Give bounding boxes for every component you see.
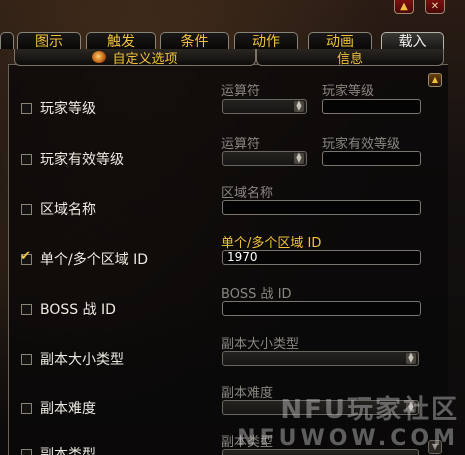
- row-player-level[interactable]: 玩家等级: [21, 98, 96, 118]
- zone-id-input[interactable]: 1970: [222, 250, 421, 265]
- boss-id-label: BOSS 战 ID: [221, 287, 292, 302]
- close-button[interactable]: ✕: [425, 0, 445, 14]
- boss-id-input[interactable]: [222, 301, 421, 316]
- tab-conditions[interactable]: 条件: [160, 32, 229, 50]
- collapse-button[interactable]: ▲: [394, 0, 414, 14]
- effective-level-input[interactable]: [322, 151, 421, 166]
- checkbox[interactable]: [21, 303, 32, 315]
- operator-dropdown[interactable]: ▲ ▼: [222, 99, 307, 114]
- row-label: 区域名称: [40, 202, 96, 218]
- zone-name-label: 区域名称: [221, 186, 274, 201]
- checkbox-checked[interactable]: [20, 249, 32, 265]
- row-instance-type[interactable]: 副本类型: [21, 444, 96, 455]
- tab-animations[interactable]: 动画: [308, 32, 372, 50]
- chevron-updown-icon: ▲ ▼: [294, 152, 304, 164]
- chevron-updown-icon: ▲ ▼: [406, 352, 416, 364]
- row-instance-size[interactable]: 副本大小类型: [21, 349, 124, 369]
- player-level-input[interactable]: [322, 99, 421, 114]
- row-label: BOSS 战 ID: [40, 302, 116, 318]
- effective-level-label: 玩家有效等级: [322, 137, 401, 152]
- checkbox[interactable]: [21, 203, 32, 215]
- watermark-line2: NFUWOW.COM: [237, 426, 459, 451]
- checkbox[interactable]: [21, 402, 32, 414]
- subtab-custom-options-label: 自定义选项: [112, 51, 178, 67]
- tab-load[interactable]: 载入: [381, 32, 444, 50]
- row-zone-id[interactable]: 单个/多个区域 ID: [20, 249, 149, 269]
- player-level-label: 玩家等级: [322, 84, 375, 99]
- watermark: NFU玩家社区 NFUWOW.COM: [237, 389, 459, 451]
- checkbox[interactable]: [21, 102, 32, 114]
- row-label: 副本难度: [40, 401, 96, 417]
- zone-id-label: 单个/多个区域 ID: [221, 236, 322, 251]
- zone-name-input[interactable]: [222, 200, 421, 215]
- checkbox[interactable]: [21, 448, 32, 455]
- row-zone-name[interactable]: 区域名称: [21, 199, 96, 219]
- operator-label: 运算符: [221, 84, 261, 99]
- instance-size-label: 副本大小类型: [221, 337, 300, 352]
- tab-trigger[interactable]: 触发: [86, 32, 156, 50]
- close-icon: ✕: [430, 1, 440, 12]
- row-boss-id[interactable]: BOSS 战 ID: [21, 299, 116, 319]
- scroll-up-button[interactable]: ▲: [428, 73, 442, 87]
- row-label: 副本大小类型: [40, 352, 124, 368]
- row-label: 副本类型: [40, 447, 96, 455]
- row-label: 玩家等级: [40, 101, 96, 117]
- watermark-line1: NFU玩家社区: [280, 395, 459, 425]
- checkbox[interactable]: [21, 353, 32, 365]
- subtab-info[interactable]: 信息: [256, 49, 444, 67]
- operator-label: 运算符: [221, 137, 261, 152]
- checkbox[interactable]: [21, 153, 32, 165]
- gem-icon: [92, 51, 107, 63]
- row-instance-difficulty[interactable]: 副本难度: [21, 398, 96, 418]
- tab-display[interactable]: 图示: [17, 32, 81, 50]
- chevron-updown-icon: ▲ ▼: [294, 100, 304, 112]
- arrow-up-icon: ▲: [400, 1, 408, 12]
- instance-size-dropdown[interactable]: ▲ ▼: [222, 351, 419, 366]
- subtab-custom-options[interactable]: 自定义选项: [14, 49, 256, 67]
- arrow-up-icon: ▲: [431, 75, 439, 84]
- row-label: 单个/多个区域 ID: [40, 252, 149, 268]
- row-effective-level[interactable]: 玩家有效等级: [21, 149, 124, 169]
- operator-dropdown[interactable]: ▲ ▼: [222, 151, 307, 166]
- row-label: 玩家有效等级: [40, 152, 124, 168]
- tab-edge: [0, 32, 14, 49]
- tab-actions[interactable]: 动作: [234, 32, 298, 50]
